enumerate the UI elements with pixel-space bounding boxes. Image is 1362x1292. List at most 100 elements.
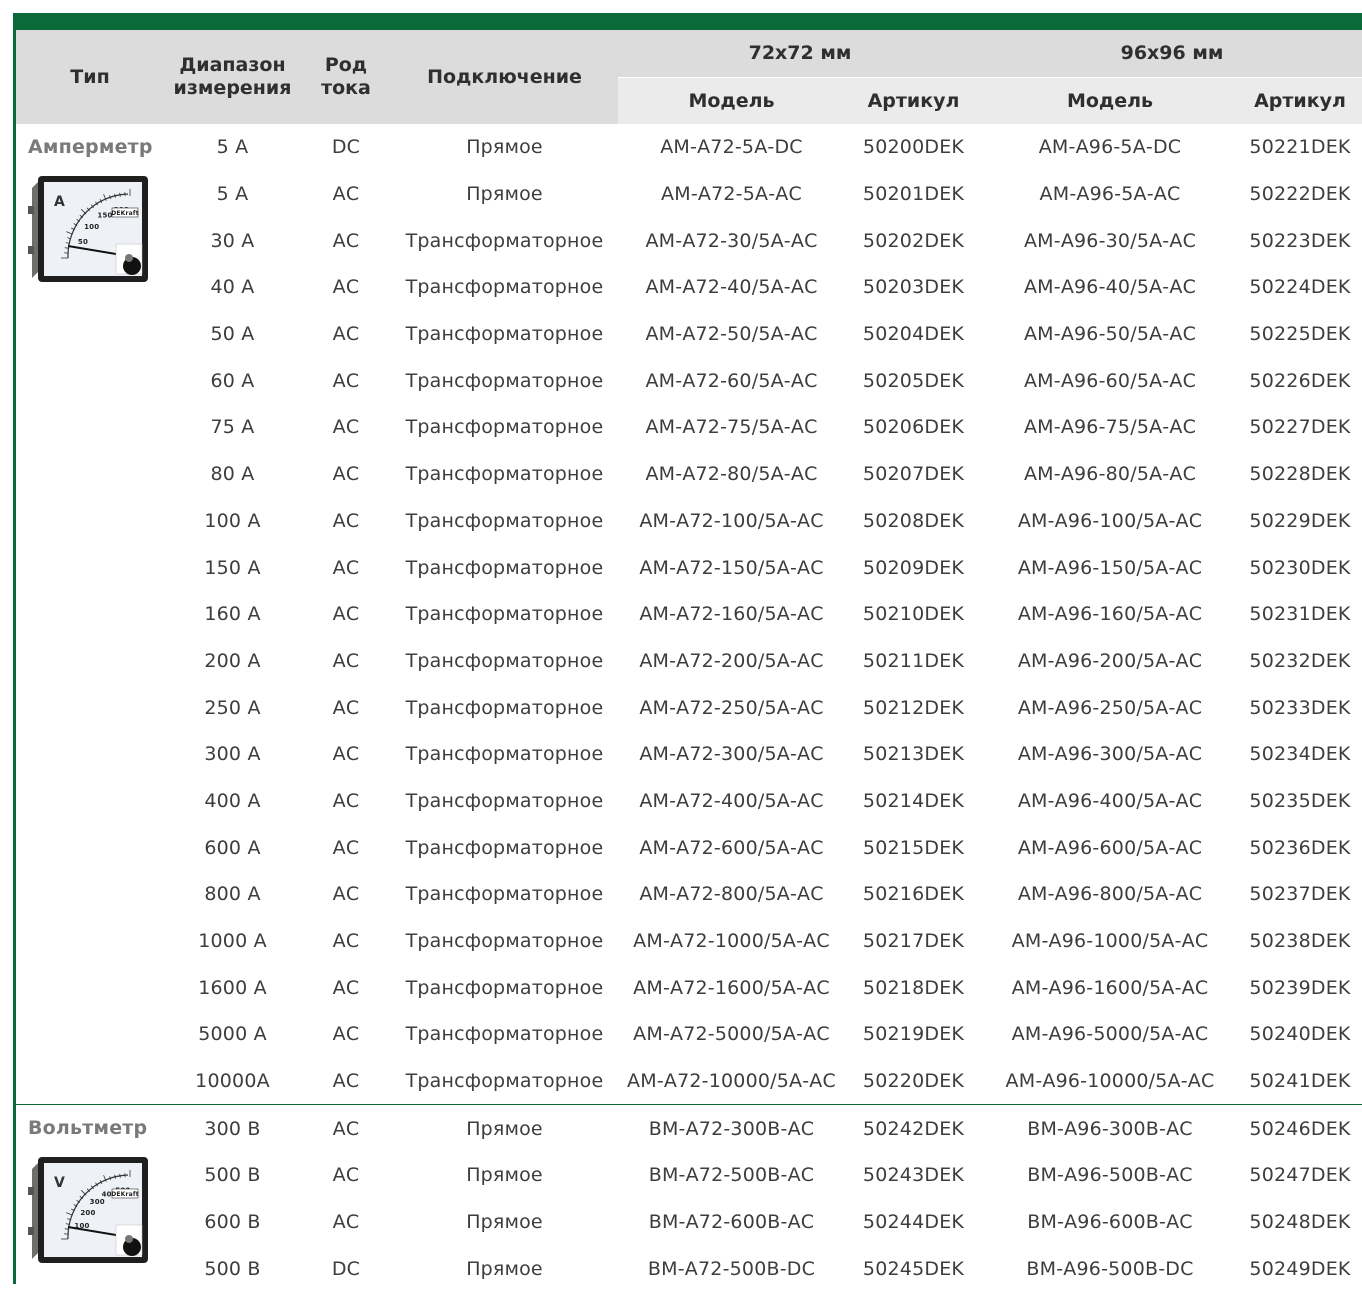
cell-article-72: 50213DEK xyxy=(845,731,982,778)
cell-article-96: 50224DEK xyxy=(1238,264,1362,311)
voltmeter-icon: 100200300400500VDEKraft xyxy=(28,1147,150,1267)
cell-model-72: АМ-А72-75/5А-АС xyxy=(618,404,845,451)
cell-current-type: АС xyxy=(301,918,391,965)
cell-current-type: АС xyxy=(301,264,391,311)
cell-article-96: 50236DEK xyxy=(1238,824,1362,871)
cell-article-96: 50248DEK xyxy=(1238,1199,1362,1246)
cell-model-72: ВМ-А72-300В-АС xyxy=(618,1105,845,1152)
cell-current-type: АС xyxy=(301,217,391,264)
header-type-label: Тип xyxy=(70,66,109,89)
cell-range: 60 А xyxy=(164,357,301,404)
cell-connection: Трансформаторное xyxy=(391,311,618,358)
cell-range: 5 А xyxy=(164,171,301,218)
cell-model-96: АМ-А96-160/5А-АС xyxy=(982,591,1238,638)
cell-range: 1600 А xyxy=(164,964,301,1011)
table-row: 5000 ААСТрансформаторноеАМ-А72-5000/5А-А… xyxy=(16,1011,1362,1058)
cell-connection: Трансформаторное xyxy=(391,544,618,591)
cell-range: 600 В xyxy=(164,1199,301,1246)
cell-model-72: АМ-А72-300/5А-АС xyxy=(618,731,845,778)
header-current: Родтока xyxy=(301,30,391,124)
header-article-72: Артикул xyxy=(845,78,982,124)
cell-model-96: АМ-А96-5000/5А-АС xyxy=(982,1011,1238,1058)
cell-model-72: АМ-А72-200/5А-АС xyxy=(618,638,845,685)
cell-model-72: АМ-А72-1000/5А-АС xyxy=(618,918,845,965)
cell-model-96: ВМ-А96-600В-АС xyxy=(982,1199,1238,1246)
cell-current-type: АС xyxy=(301,1152,391,1199)
cell-article-72: 50217DEK xyxy=(845,918,982,965)
cell-range: 40 А xyxy=(164,264,301,311)
cell-current-type: АС xyxy=(301,778,391,825)
cell-model-72: АМ-А72-100/5А-АС xyxy=(618,498,845,545)
cell-article-96: 50246DEK xyxy=(1238,1105,1362,1152)
cell-article-96: 50227DEK xyxy=(1238,404,1362,451)
cell-model-96: АМ-А96-1000/5А-АС xyxy=(982,918,1238,965)
header-type: Тип xyxy=(16,30,164,124)
cell-article-96: 50222DEK xyxy=(1238,171,1362,218)
cell-connection: Трансформаторное xyxy=(391,1011,618,1058)
cell-range: 50 А xyxy=(164,311,301,358)
table-row: 10000ААСТрансформаторноеАМ-А72-10000/5А-… xyxy=(16,1058,1362,1105)
cell-model-96: АМ-А96-600/5А-АС xyxy=(982,824,1238,871)
cell-model-96: ВМ-А96-500В-DC xyxy=(982,1246,1238,1292)
header-article-96-label: Артикул xyxy=(1254,90,1346,113)
cell-article-72: 50244DEK xyxy=(845,1199,982,1246)
cell-model-96: АМ-А96-200/5А-АС xyxy=(982,638,1238,685)
cell-range: 160 А xyxy=(164,591,301,638)
cell-model-72: АМ-А72-5А-АС xyxy=(618,171,845,218)
cell-current-type: АС xyxy=(301,544,391,591)
table-row: 200 ААСТрансформаторноеАМ-А72-200/5А-АС5… xyxy=(16,638,1362,685)
cell-article-72: 50211DEK xyxy=(845,638,982,685)
cell-range: 300 А xyxy=(164,731,301,778)
table-row: 1600 ААСТрансформаторноеАМ-А72-1600/5А-А… xyxy=(16,964,1362,1011)
cell-current-type: АС xyxy=(301,591,391,638)
cell-range: 150 А xyxy=(164,544,301,591)
cell-connection: Трансформаторное xyxy=(391,684,618,731)
cell-model-72: АМ-А72-250/5А-АС xyxy=(618,684,845,731)
cell-article-72: 50201DEK xyxy=(845,171,982,218)
cell-current-type: АС xyxy=(301,404,391,451)
cell-model-96: АМ-А96-10000/5А-АС xyxy=(982,1058,1238,1105)
header-group-96-label: 96х96 мм xyxy=(1121,42,1224,65)
cell-connection: Трансформаторное xyxy=(391,217,618,264)
header-current-line1: Род xyxy=(325,54,367,76)
cell-model-96: АМ-А96-60/5А-АС xyxy=(982,357,1238,404)
cell-connection: Трансформаторное xyxy=(391,498,618,545)
cell-range: 80 А xyxy=(164,451,301,498)
cell-article-96: 50240DEK xyxy=(1238,1011,1362,1058)
svg-text:V: V xyxy=(54,1175,65,1191)
cell-current-type: АС xyxy=(301,171,391,218)
cell-model-72: АМ-А72-600/5А-АС xyxy=(618,824,845,871)
table-row: 500 ВАСПрямоеВМ-А72-500В-АС50243DEKВМ-А9… xyxy=(16,1152,1362,1199)
table-row: 300 ААСТрансформаторноеАМ-А72-300/5А-АС5… xyxy=(16,731,1362,778)
cell-article-72: 50214DEK xyxy=(845,778,982,825)
header-model-96: Модель xyxy=(982,78,1238,124)
cell-model-96: АМ-А96-75/5А-АС xyxy=(982,404,1238,451)
products-table: Амперметр50100150200ADEKraft5 АDCПрямоеА… xyxy=(16,124,1362,1292)
header-current-label: Родтока xyxy=(321,54,371,100)
cell-article-96: 50234DEK xyxy=(1238,731,1362,778)
cell-current-type: АС xyxy=(301,731,391,778)
cell-model-96: АМ-А96-50/5А-АС xyxy=(982,311,1238,358)
cell-current-type: DC xyxy=(301,124,391,171)
cell-connection: Трансформаторное xyxy=(391,731,618,778)
cell-connection: Трансформаторное xyxy=(391,638,618,685)
table-row: 150 ААСТрансформаторноеАМ-А72-150/5А-АС5… xyxy=(16,544,1362,591)
svg-text:DEKraft: DEKraft xyxy=(111,210,139,217)
cell-article-96: 50230DEK xyxy=(1238,544,1362,591)
table-row: 250 ААСТрансформаторноеАМ-А72-250/5А-АС5… xyxy=(16,684,1362,731)
cell-range: 600 А xyxy=(164,824,301,871)
cell-current-type: АС xyxy=(301,311,391,358)
cell-connection: Трансформаторное xyxy=(391,871,618,918)
table-row: 500 ВDCПрямоеВМ-А72-500В-DC50245DEKВМ-А9… xyxy=(16,1246,1362,1292)
cell-model-72: ВМ-А72-500В-DC xyxy=(618,1246,845,1292)
cell-article-72: 50210DEK xyxy=(845,591,982,638)
cell-connection: Прямое xyxy=(391,124,618,171)
table-row: 75 ААСТрансформаторноеАМ-А72-75/5А-АС502… xyxy=(16,404,1362,451)
table-row: Вольтметр100200300400500VDEKraft300 ВАСП… xyxy=(16,1105,1362,1152)
cell-connection: Прямое xyxy=(391,1105,618,1152)
cell-model-72: АМ-А72-40/5А-АС xyxy=(618,264,845,311)
header-model-96-label: Модель xyxy=(1067,90,1153,113)
cell-current-type: АС xyxy=(301,1058,391,1105)
cell-article-72: 50209DEK xyxy=(845,544,982,591)
header-article-96: Артикул xyxy=(1238,78,1362,124)
